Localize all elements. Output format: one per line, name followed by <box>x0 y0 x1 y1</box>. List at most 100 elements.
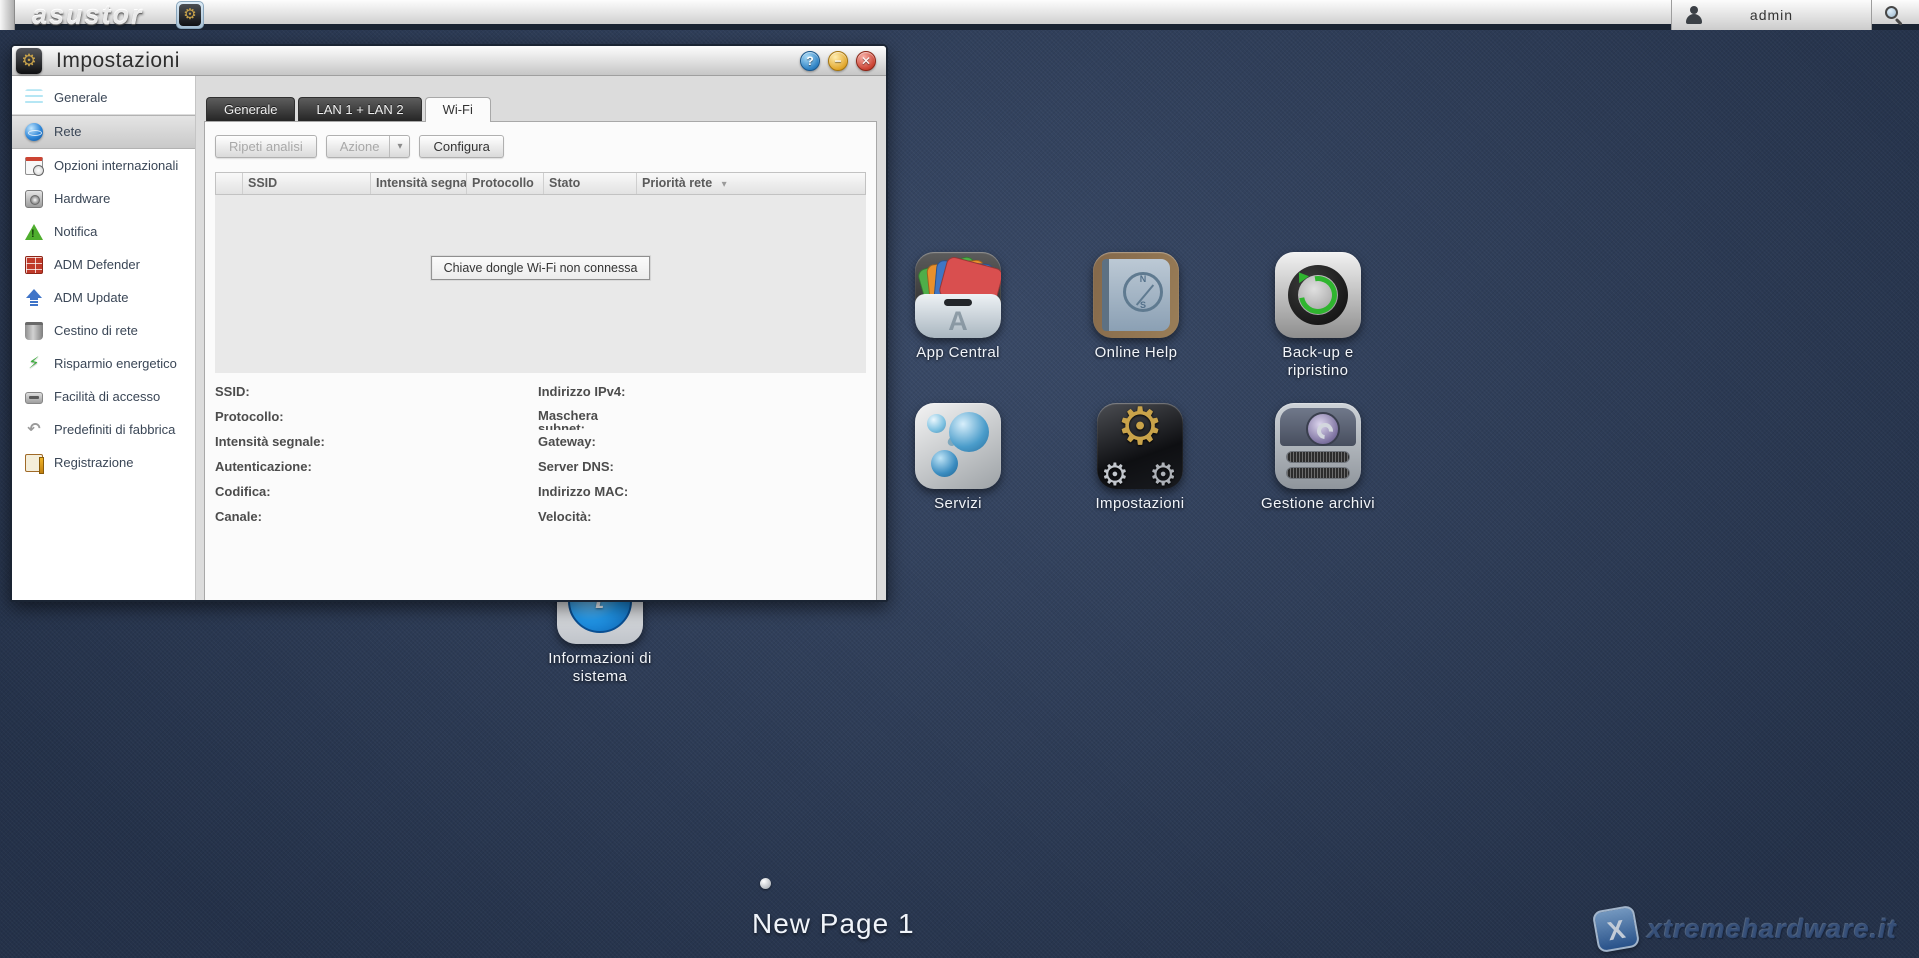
desktop-icon-label: Online Help <box>1095 344 1178 362</box>
drawer-slot <box>944 299 972 306</box>
node-sphere <box>949 412 989 452</box>
detail-label-autenticazione: Autenticazione: <box>215 459 538 480</box>
window-controls: ? − ✕ <box>800 51 876 71</box>
watermark-text: xtremehardware.it <box>1647 914 1897 945</box>
column-header-stato[interactable]: Stato <box>544 173 637 194</box>
impostazioni-window: ⚙ Impostazioni ? − ✕ Generale Rete Opzio… <box>10 44 888 602</box>
sidebar-item-registrazione[interactable]: Registrazione <box>12 446 195 479</box>
tab-strip: Generale LAN 1 + LAN 2 Wi-Fi <box>206 97 491 122</box>
wifi-details: SSID: Protocollo: Intensità segnale: Aut… <box>215 384 866 534</box>
drive-slot <box>1286 451 1350 463</box>
sidebar-item-hardware[interactable]: Hardware <box>12 182 195 215</box>
firewall-icon <box>25 256 43 274</box>
column-header-ssid[interactable]: SSID <box>243 173 371 194</box>
detail-label-mac: Indirizzo MAC: <box>538 484 866 505</box>
rescan-button[interactable]: Ripeti analisi <box>215 135 317 158</box>
compass-north: N <box>1126 274 1160 284</box>
app-central-icon: A <box>915 252 1001 338</box>
sidebar-item-risparmio-energetico[interactable]: ⚡ Risparmio energetico <box>12 347 195 380</box>
sidebar-item-label: Opzioni internazionali <box>54 159 178 173</box>
wifi-list-area: Chiave dongle Wi-Fi non connessa <box>215 195 866 373</box>
sidebar-item-facilita-di-accesso[interactable]: Facilità di accesso <box>12 380 195 413</box>
topbar-handle[interactable] <box>0 0 15 30</box>
wifi-table-header: SSID Intensità segnale Protocollo Stato … <box>215 172 866 195</box>
detail-label-velocita: Velocità: <box>538 509 866 530</box>
calendar-icon <box>25 157 43 175</box>
tab-wifi[interactable]: Wi-Fi <box>425 97 491 122</box>
configure-button[interactable]: Configura <box>419 135 503 158</box>
sidebar-item-generale[interactable]: Generale <box>12 82 195 115</box>
gears-icon: ⚙ <box>16 48 42 74</box>
harddrive-icon <box>25 190 43 208</box>
wifi-panel: Ripeti analisi Azione ▾ Configura SSID I… <box>204 121 877 600</box>
node-sphere <box>927 414 946 433</box>
wifi-empty-message: Chiave dongle Wi-Fi non connessa <box>431 256 651 280</box>
detail-label-codifica: Codifica: <box>215 484 538 505</box>
user-menu-button[interactable]: admin <box>1671 0 1872 30</box>
book-shape: N S <box>1102 259 1170 331</box>
gears-icon: ⚙ <box>179 4 201 26</box>
column-header-empty[interactable] <box>216 173 243 194</box>
action-label: Azione <box>327 136 390 157</box>
desktop-icon-app-central[interactable]: A App Central <box>878 252 1038 362</box>
sidebar-item-adm-update[interactable]: ADM Update <box>12 281 195 314</box>
desktop-icon-label: Gestione archivi <box>1261 495 1375 513</box>
help-button[interactable]: ? <box>800 51 820 71</box>
sidebar-item-notifica[interactable]: Notifica <box>12 215 195 248</box>
top-bar: asustor ⚙ admin <box>0 0 1919 30</box>
storage-manager-icon <box>1275 403 1361 489</box>
close-button[interactable]: ✕ <box>856 51 876 71</box>
clipboard-icon <box>25 454 43 472</box>
sidebar-item-rete[interactable]: Rete <box>12 115 195 149</box>
gold-gear-glyph: ⚙ <box>1097 403 1183 457</box>
silver-gear-glyph: ⚙ <box>1149 457 1177 489</box>
desktop-icon-impostazioni[interactable]: ⚙ ⚙ ⚙ Impostazioni <box>1060 403 1220 513</box>
tab-lan[interactable]: LAN 1 + LAN 2 <box>298 97 421 121</box>
search-icon <box>1885 6 1898 19</box>
column-header-label: Priorità rete <box>642 176 712 190</box>
desktop-page-label: New Page 1 <box>752 908 915 940</box>
sidebar-item-label: Rete <box>54 125 81 139</box>
user-silhouette-icon <box>1684 5 1704 25</box>
column-header-protocollo[interactable]: Protocollo <box>467 173 544 194</box>
settings-gears-icon: ⚙ ⚙ ⚙ <box>1097 403 1183 489</box>
network-globe-icon <box>25 123 43 141</box>
drive-top-shape <box>1280 408 1356 446</box>
desktop-icon-gestione-archivi[interactable]: Gestione archivi <box>1238 403 1398 513</box>
desktop-icon-label: Servizi <box>934 495 982 513</box>
desktop-icon-online-help[interactable]: N S Online Help <box>1056 252 1216 362</box>
chevron-down-icon: ▾ <box>389 136 409 157</box>
sidebar-item-label: Predefiniti di fabbrica <box>54 423 175 437</box>
trash-icon <box>25 322 43 340</box>
desktop-icon-label: Informazioni di sistema <box>538 650 662 686</box>
watermark: X xtremehardware.it <box>1595 908 1897 950</box>
taskbar-impostazioni-button[interactable]: ⚙ <box>176 1 204 29</box>
services-nodes-icon <box>915 403 1001 489</box>
column-header-intensita[interactable]: Intensità segnale <box>371 173 467 194</box>
asustor-logo: asustor <box>32 0 144 30</box>
detail-label-ssid: SSID: <box>215 384 538 405</box>
desktop-icon-label: Back-up e ripristino <box>1256 344 1380 380</box>
tab-generale[interactable]: Generale <box>206 97 295 121</box>
sidebar-item-adm-defender[interactable]: ADM Defender <box>12 248 195 281</box>
desktop-icon-backup[interactable]: Back-up e ripristino <box>1238 252 1398 380</box>
window-titlebar[interactable]: ⚙ Impostazioni ? − ✕ <box>12 46 886 76</box>
access-device-icon <box>25 392 43 404</box>
detail-label-canale: Canale: <box>215 509 538 530</box>
minimize-button[interactable]: − <box>828 51 848 71</box>
search-button[interactable] <box>1882 4 1908 28</box>
desktop-icon-servizi[interactable]: Servizi <box>878 403 1038 513</box>
sidebar-item-label: Facilità di accesso <box>54 390 160 404</box>
window-title: Impostazioni <box>56 49 180 73</box>
details-left-column: SSID: Protocollo: Intensità segnale: Aut… <box>215 384 538 534</box>
column-header-priorita[interactable]: Priorità rete ▾ <box>637 173 865 194</box>
desktop-icon-label: App Central <box>916 344 1000 362</box>
sidebar-item-predefiniti-di-fabbrica[interactable]: ↶ Predefiniti di fabbrica <box>12 413 195 446</box>
action-dropdown-button[interactable]: Azione ▾ <box>326 135 411 158</box>
sidebar-item-cestino-di-rete[interactable]: Cestino di rete <box>12 314 195 347</box>
sidebar-item-opzioni-internazionali[interactable]: Opzioni internazionali <box>12 149 195 182</box>
wifi-toolbar: Ripeti analisi Azione ▾ Configura <box>215 135 504 158</box>
drawer-shape: A <box>915 294 1001 338</box>
settings-content: Generale LAN 1 + LAN 2 Wi-Fi Ripeti anal… <box>196 76 886 600</box>
page-indicator-dot[interactable] <box>760 878 771 889</box>
